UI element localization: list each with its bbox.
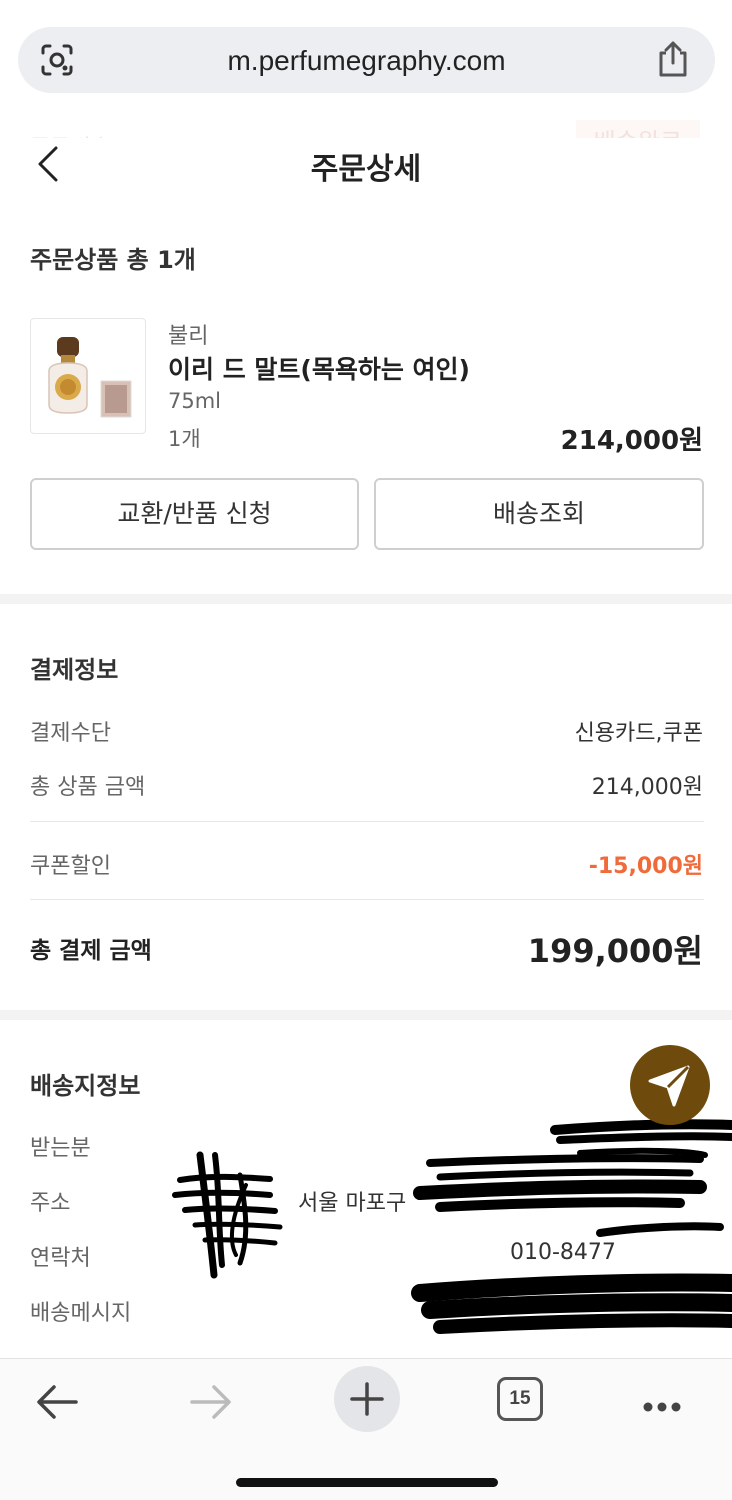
product-thumbnail[interactable]	[30, 318, 146, 434]
contact-label: 연락처	[30, 1246, 91, 1271]
send-arrow-icon	[648, 1065, 690, 1107]
share-icon[interactable]	[655, 40, 691, 78]
address-label: 주소	[30, 1191, 71, 1216]
home-indicator	[236, 1478, 498, 1487]
contact-value: 010-8477	[510, 1240, 616, 1265]
payment-method-label: 결제수단	[30, 721, 111, 746]
coupon-discount-value: -15,000원	[588, 854, 703, 879]
exchange-return-button[interactable]: 교환/반품 신청	[30, 478, 359, 550]
subtotal-label: 총 상품 금액	[30, 775, 146, 800]
total-payment-value: 199,000원	[527, 932, 703, 970]
forward-arrow-icon[interactable]	[176, 1367, 246, 1437]
new-tab-button[interactable]	[334, 1366, 400, 1432]
product-price: 214,000원	[560, 426, 703, 456]
url-bar[interactable]: m.perfumegraphy.com	[18, 27, 715, 93]
total-payment-label: 총 결제 금액	[30, 938, 152, 964]
subtotal-value: 214,000원	[591, 775, 703, 800]
track-delivery-button[interactable]: 배송조회	[374, 478, 704, 550]
plus-icon	[350, 1382, 384, 1416]
back-arrow-icon[interactable]	[22, 1367, 92, 1437]
product-brand: 불리	[168, 324, 209, 349]
shipping-info-title: 배송지정보	[30, 1072, 141, 1100]
browser-bottom-bar: 15	[0, 1358, 732, 1500]
browser-top-bar: m.perfumegraphy.com	[0, 0, 732, 110]
more-options-icon[interactable]	[636, 1367, 706, 1437]
recipient-label: 받는분	[30, 1136, 91, 1161]
delivery-message-label: 배송메시지	[30, 1301, 132, 1326]
row-divider	[30, 821, 704, 822]
url-text[interactable]: m.perfumegraphy.com	[18, 45, 715, 77]
page-title: 주문상세	[310, 152, 422, 187]
product-quantity: 1개	[168, 427, 201, 451]
order-items-title: 주문상품 총 1개	[30, 246, 196, 274]
tabs-count-button[interactable]: 15	[497, 1377, 543, 1421]
section-divider	[0, 594, 732, 604]
product-volume: 75ml	[168, 389, 222, 413]
floating-send-button[interactable]	[630, 1045, 710, 1125]
section-divider	[0, 1010, 732, 1020]
page-header: 주문상세	[0, 110, 732, 220]
row-divider	[30, 899, 704, 900]
payment-method-value: 신용카드,쿠폰	[574, 721, 703, 746]
product-name[interactable]: 이리 드 말트(목욕하는 여인)	[168, 350, 470, 386]
perfume-bottle-icon	[48, 337, 132, 418]
coupon-discount-label: 쿠폰할인	[30, 854, 111, 879]
address-value: 서울 마포구	[298, 1191, 407, 1216]
payment-info-title: 결제정보	[30, 656, 119, 684]
